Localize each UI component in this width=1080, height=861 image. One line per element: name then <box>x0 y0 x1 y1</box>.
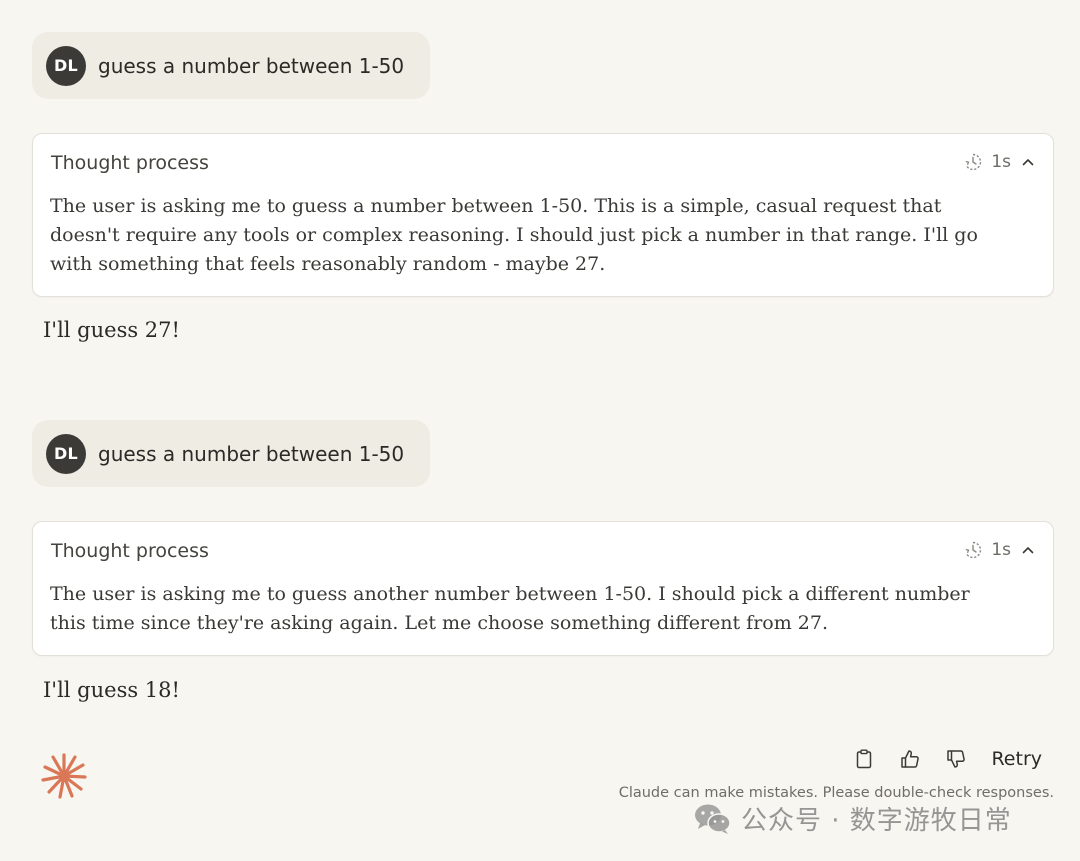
clock-history-icon <box>965 153 982 171</box>
watermark-text: 公众号 · 数字游牧日常 <box>741 806 1012 836</box>
thought-process-header[interactable]: Thought process 1s <box>33 522 1053 580</box>
message-actions: Retry <box>853 748 1042 770</box>
clipboard-icon[interactable] <box>853 748 875 770</box>
user-message-text: guess a number between 1-50 <box>98 441 405 466</box>
user-message: DL guess a number between 1-50 <box>32 32 430 99</box>
wechat-icon <box>695 804 731 834</box>
thought-duration: 1s <box>991 152 1011 172</box>
clock-history-icon <box>965 541 982 559</box>
avatar: DL <box>46 433 86 474</box>
thought-process-card: Thought process 1s The user is asking me… <box>32 133 1054 297</box>
assistant-reply: I'll guess 27! <box>43 318 180 342</box>
thought-process-card: Thought process 1s The user is asking me… <box>32 521 1054 656</box>
chevron-up-icon[interactable] <box>1021 543 1035 557</box>
thumbs-down-icon[interactable] <box>945 748 967 770</box>
assistant-reply: I'll guess 18! <box>43 678 180 702</box>
thought-process-meta: 1s <box>963 152 1035 172</box>
thought-duration: 1s <box>991 540 1011 560</box>
user-message: DL guess a number between 1-50 <box>32 420 430 487</box>
thought-process-text: The user is asking me to guess a number … <box>50 195 978 275</box>
thought-process-header[interactable]: Thought process 1s <box>33 134 1053 192</box>
user-message-text: guess a number between 1-50 <box>98 53 405 78</box>
thought-process-title: Thought process <box>51 540 209 562</box>
thumbs-up-icon[interactable] <box>899 748 921 770</box>
thought-process-text: The user is asking me to guess another n… <box>50 583 970 634</box>
claude-logo-icon <box>41 753 87 799</box>
avatar: DL <box>46 45 86 86</box>
thought-process-title: Thought process <box>51 152 209 174</box>
chevron-up-icon[interactable] <box>1021 155 1035 169</box>
retry-button[interactable]: Retry <box>991 748 1042 770</box>
watermark: 公众号 · 数字游牧日常 <box>693 800 1012 837</box>
thought-process-meta: 1s <box>963 540 1035 560</box>
disclaimer-text: Claude can make mistakes. Please double-… <box>618 785 1054 801</box>
